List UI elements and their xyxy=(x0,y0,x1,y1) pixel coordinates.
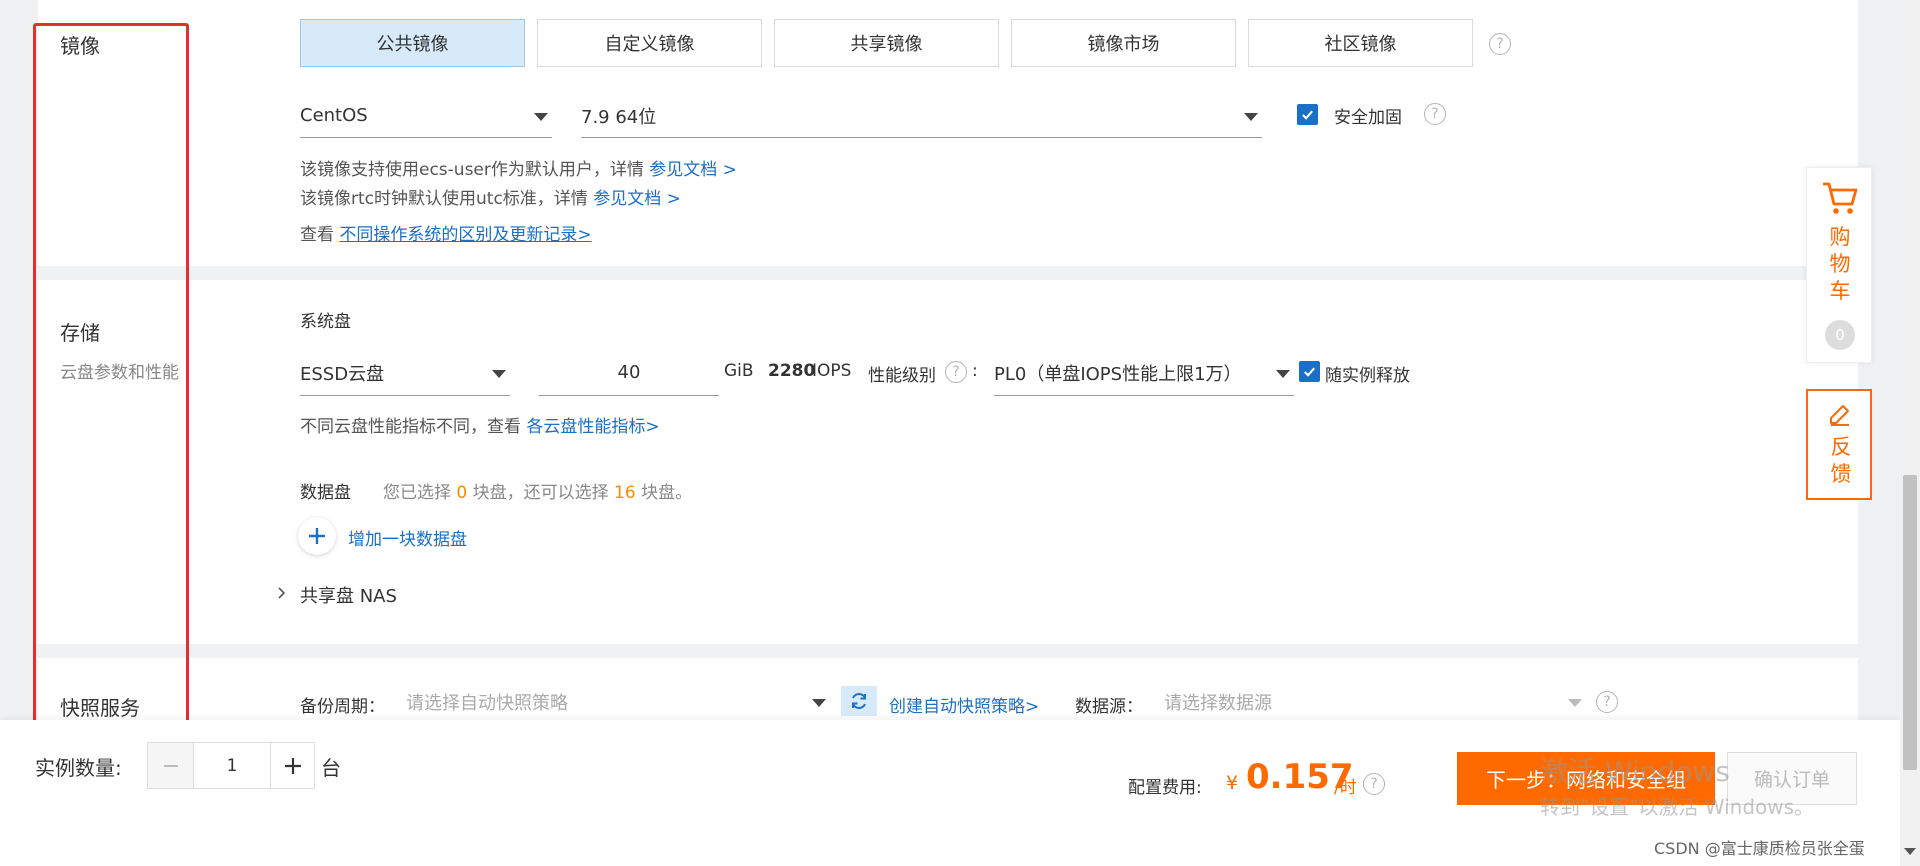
section-divider xyxy=(38,266,1858,280)
scrollbar-thumb[interactable] xyxy=(1903,475,1917,770)
security-hardening-checkbox[interactable] xyxy=(1297,104,1318,125)
perf-level-value: PL0（单盘IOPS性能上限1万） xyxy=(994,363,1242,385)
windows-activation-watermark-text: 转到"设置"以激活 Windows。 xyxy=(1540,795,1815,819)
perf-note: 不同云盘性能指标不同，查看 各云盘性能指标> xyxy=(300,417,660,437)
tab-image-market[interactable]: 镜像市场 xyxy=(1011,19,1236,67)
data-source-chevron-icon xyxy=(1568,699,1582,707)
disk-size-value: 40 xyxy=(617,362,641,383)
image-note-3: 查看 不同操作系统的区别及更新记录> xyxy=(300,225,592,245)
shared-disk-nas-toggle[interactable]: 共享盘 NAS xyxy=(300,582,397,608)
data-source-placeholder: 请选择数据源 xyxy=(1164,693,1272,714)
snapshot-help-icon[interactable]: ? xyxy=(1596,691,1618,713)
instance-count-label: 实例数量: xyxy=(35,756,122,780)
data-disk-remaining-count: 16 xyxy=(614,483,636,503)
disk-size-unit: GiB xyxy=(724,361,754,381)
os-diff-link[interactable]: 不同操作系统的区别及更新记录> xyxy=(339,225,591,245)
data-disk-label: 数据盘 xyxy=(300,483,351,503)
perf-colon: : xyxy=(972,361,978,381)
decrement-button[interactable] xyxy=(148,743,194,788)
os-select[interactable]: CentOS xyxy=(300,94,552,138)
disk-size-input[interactable]: 40 xyxy=(539,350,719,396)
disk-perf-link[interactable]: 各云盘性能指标> xyxy=(526,417,659,437)
windows-activation-watermark-title: 激活 Windows xyxy=(1540,755,1730,788)
price-help-icon[interactable]: ? xyxy=(1363,773,1385,795)
tab-shared-image[interactable]: 共享镜像 xyxy=(774,19,999,67)
minus-icon xyxy=(163,764,178,767)
disk-type-select[interactable]: ESSD云盘 xyxy=(300,350,510,396)
tab-public-image[interactable]: 公共镜像 xyxy=(300,19,525,67)
currency-symbol: ¥ xyxy=(1226,772,1239,794)
disk-type-value: ESSD云盘 xyxy=(300,363,385,385)
image-note-1: 该镜像支持使用ecs-user作为默认用户，详情 参见文档 > xyxy=(300,160,737,180)
version-select-chevron-icon xyxy=(1244,112,1258,121)
data-disk-count-note: 您已选择 0 块盘，还可以选择 16 块盘。 xyxy=(383,483,693,503)
perf-level-select[interactable]: PL0（单盘IOPS性能上限1万） xyxy=(994,350,1294,396)
system-disk-label: 系统盘 xyxy=(300,312,351,332)
shopping-cart-icon xyxy=(1823,182,1858,214)
snapshot-policy-placeholder: 请选择自动快照策略 xyxy=(406,693,568,714)
increment-button[interactable] xyxy=(270,743,314,788)
release-with-instance-label: 随实例释放 xyxy=(1325,366,1410,386)
create-snapshot-policy-link[interactable]: 创建自动快照策略> xyxy=(889,692,1039,717)
feedback-label: 反馈 xyxy=(1830,435,1852,486)
perf-level-chevron-icon xyxy=(1276,369,1290,378)
disk-type-chevron-icon xyxy=(492,369,506,378)
plus-icon xyxy=(284,757,301,774)
edit-pencil-icon xyxy=(1830,405,1849,426)
data-disk-selected-count: 0 xyxy=(456,483,468,503)
scroll-down-arrow-icon[interactable] xyxy=(1904,848,1916,855)
quantity-stepper: 1 xyxy=(147,742,315,789)
csdn-credit-watermark: CSDN @富士康质检员张全蛋 xyxy=(1654,839,1865,858)
image-doc-link-1[interactable]: 参见文档 > xyxy=(649,160,737,180)
config-cost-label: 配置费用: xyxy=(1128,778,1202,798)
release-with-instance-checkbox[interactable] xyxy=(1299,361,1320,382)
snapshot-policy-chevron-icon xyxy=(812,699,826,707)
refresh-icon xyxy=(852,693,866,709)
os-select-chevron-icon xyxy=(534,112,548,121)
version-select-value: 7.9 64位 xyxy=(581,106,657,128)
nas-expand-chevron-icon[interactable] xyxy=(276,584,288,599)
perf-help-icon[interactable]: ? xyxy=(945,361,967,383)
version-select[interactable]: 7.9 64位 xyxy=(581,94,1262,138)
section-divider xyxy=(38,644,1858,658)
instance-unit-label: 台 xyxy=(321,756,341,780)
cart-label: 购物车 xyxy=(1829,225,1851,303)
tab-custom-image[interactable]: 自定义镜像 xyxy=(537,19,762,67)
price-per-hour: /时 xyxy=(1334,778,1357,798)
checkmark-icon xyxy=(1302,110,1313,120)
tab-community-image[interactable]: 社区镜像 xyxy=(1248,19,1473,67)
cart-panel[interactable]: 购物车 0 xyxy=(1806,167,1872,363)
feedback-button[interactable]: 反馈 xyxy=(1806,389,1872,500)
iops-label: IOPS xyxy=(812,361,852,381)
image-doc-link-2[interactable]: 参见文档 > xyxy=(593,189,681,209)
add-data-disk-link[interactable]: 增加一块数据盘 xyxy=(348,525,467,550)
snapshot-policy-select[interactable]: 请选择自动快照策略 xyxy=(406,682,830,722)
image-note-2: 该镜像rtc时钟默认使用utc标准，详情 参见文档 > xyxy=(300,189,681,209)
highlight-annotation-box xyxy=(33,23,189,725)
plus-icon xyxy=(309,528,325,544)
cart-count-badge: 0 xyxy=(1825,320,1855,350)
iops-value: 2280 xyxy=(768,361,816,381)
quantity-input[interactable]: 1 xyxy=(194,743,270,788)
security-help-icon[interactable]: ? xyxy=(1424,103,1446,125)
checkmark-icon xyxy=(1304,367,1315,377)
add-data-disk-button[interactable] xyxy=(298,517,336,555)
backup-period-label: 备份周期： xyxy=(300,697,385,717)
os-select-value: CentOS xyxy=(300,105,368,126)
refresh-button[interactable] xyxy=(841,686,877,716)
data-source-select[interactable]: 请选择数据源 xyxy=(1164,682,1586,722)
security-hardening-label: 安全加固 xyxy=(1334,108,1402,128)
data-source-label: 数据源： xyxy=(1075,697,1143,717)
image-help-icon[interactable]: ? xyxy=(1489,33,1511,55)
perf-level-label: 性能级别 xyxy=(868,366,936,386)
